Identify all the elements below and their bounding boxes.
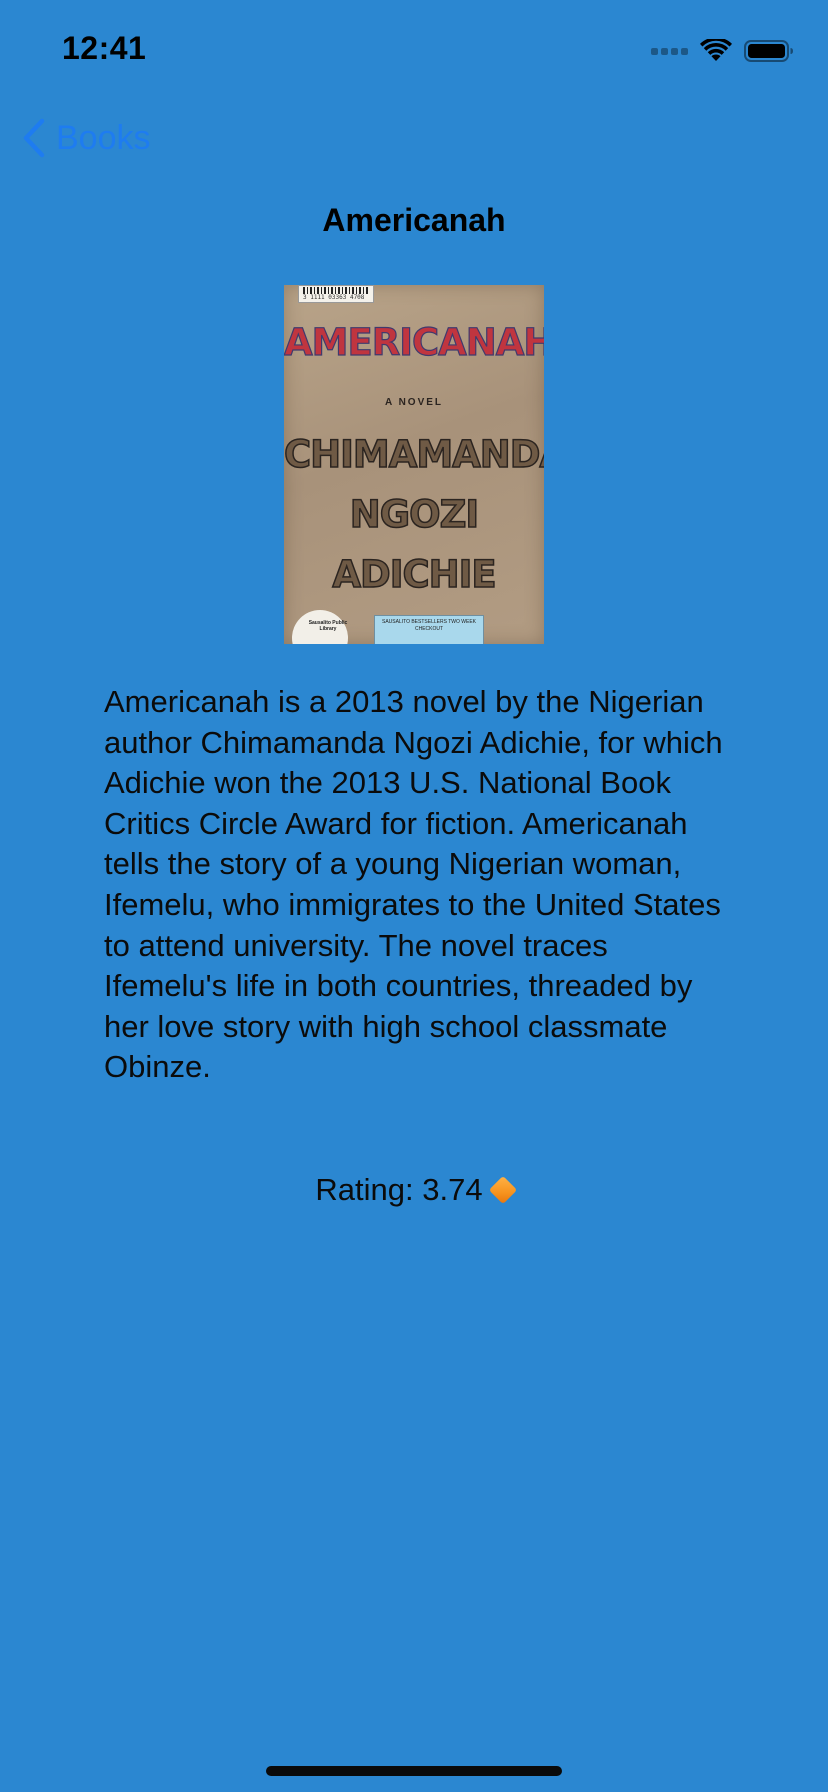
home-indicator	[266, 1766, 562, 1776]
cover-subtitle: A NOVEL	[384, 397, 444, 408]
cellular-signal-icon	[651, 47, 688, 55]
page-title: Americanah	[322, 202, 506, 238]
status-bar: 12:41	[0, 0, 828, 100]
wifi-icon	[700, 39, 732, 61]
book-description: Americanah is a 2013 novel by the Nigeri…	[104, 684, 723, 1085]
rating-row: Rating: 3.74	[0, 1172, 828, 1208]
cover-author-line: NGOZI	[349, 492, 480, 537]
rating-text: Rating: 3.74	[315, 1172, 483, 1207]
library-seal-text: Sausalito Public Library	[308, 620, 348, 632]
cover-title: AMERICANAH	[284, 320, 544, 364]
back-button[interactable]: Books	[22, 118, 151, 158]
book-cover-image: 3 1111 03363 4708 AMERICANAH A NOVEL CHI…	[284, 285, 544, 644]
barcode-number: 3 1111 03363 4708	[303, 294, 365, 301]
navigation-bar: Books	[0, 100, 828, 180]
cover-author-line: ADICHIE	[332, 552, 498, 597]
barcode-label: 3 1111 03363 4708	[298, 285, 374, 303]
battery-icon	[744, 40, 793, 62]
status-icons	[651, 38, 794, 64]
chevron-left-icon	[23, 118, 45, 158]
cover-author-line: CHIMAMANDA	[284, 432, 544, 477]
library-seal: Sausalito Public Library	[292, 610, 348, 644]
library-sticker: SAUSALITO BESTSELLERS TWO WEEK CHECKOUT	[374, 615, 484, 644]
orange-diamond-icon	[488, 1175, 517, 1205]
status-time: 12:41	[62, 30, 147, 66]
back-button-label: Books	[56, 118, 151, 157]
